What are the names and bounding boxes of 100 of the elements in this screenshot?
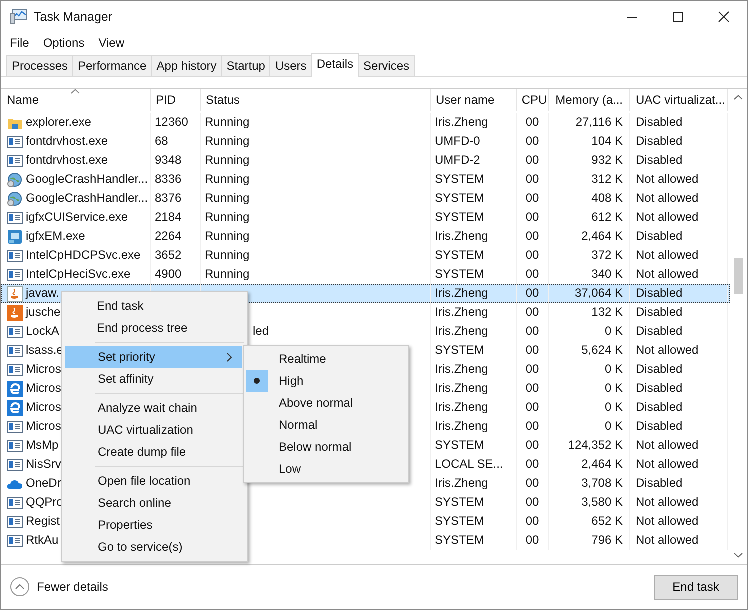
- table-cell: 00: [526, 229, 540, 243]
- sort-caret-icon: [71, 89, 80, 94]
- table-cell-text: jusche: [26, 304, 61, 321]
- tab[interactable]: Processes: [6, 55, 74, 76]
- window-icon: [7, 494, 23, 510]
- table-cell: Running: [205, 210, 250, 224]
- table-cell: Iris.Zheng: [435, 476, 488, 490]
- tab[interactable]: Services: [358, 55, 415, 76]
- context-menu-item[interactable]: Create dump file: [65, 441, 242, 463]
- context-menu-item[interactable]: Analyze wait chain: [65, 397, 242, 419]
- submenu-item[interactable]: Above normal: [244, 392, 408, 414]
- table-row[interactable]: GoogleCrashHandler... 8336 Running SYSTEM 00 312 K Not allowed: [1, 170, 730, 189]
- close-icon[interactable]: [718, 11, 730, 23]
- table-cell: 132 K: [592, 305, 623, 319]
- context-menu-item[interactable]: Search online: [65, 492, 242, 514]
- window-icon: [7, 532, 23, 548]
- menu-item[interactable]: View: [98, 36, 124, 50]
- window-icon: [7, 362, 23, 378]
- table-cell: 00: [526, 210, 540, 224]
- table-cell: 00: [526, 438, 540, 452]
- table-row[interactable]: IntelCpHDCPSvc.exe 3652 Running SYSTEM 00 372 K Not allowed: [1, 246, 730, 265]
- table-cell: Running: [205, 248, 250, 262]
- table-row[interactable]: fontdrvhost.exe 68 Running UMFD-0 00 104 K Disabled: [1, 132, 730, 151]
- monitor-chart-icon: [10, 9, 28, 25]
- table-cell: 00: [526, 172, 540, 186]
- submenu-item[interactable]: High: [244, 370, 408, 392]
- table-cell-text: LockA: [26, 323, 60, 340]
- table-cell: Disabled: [636, 324, 683, 338]
- table-cell: Iris.Zheng: [435, 362, 488, 376]
- window-icon: [7, 266, 23, 282]
- submenu-item[interactable]: Realtime: [244, 348, 408, 370]
- table-cell-text: GoogleCrashHandler...: [26, 190, 148, 207]
- table-cell-text: RtkAu: [26, 532, 59, 549]
- window-icon: [7, 248, 23, 264]
- table-cell: Not allowed: [636, 495, 699, 509]
- scrollbar-thumb[interactable]: [734, 258, 743, 294]
- table-row[interactable]: explorer.exe 12360 Running Iris.Zheng 00 27,116 K Disabled: [1, 113, 730, 132]
- column-header[interactable]: Status: [201, 89, 431, 111]
- table-cell-text: IntelCpHDCPSvc.exe: [26, 247, 141, 264]
- table-cell: Disabled: [636, 305, 683, 319]
- table-cell: 340 K: [592, 267, 623, 281]
- column-header[interactable]: PID: [151, 89, 201, 111]
- end-task-button[interactable]: End task: [654, 574, 738, 600]
- tab[interactable]: Performance: [72, 55, 152, 76]
- letter-e-icon: [7, 380, 23, 396]
- table-cell: 00: [526, 324, 540, 338]
- table-cell: 2184: [155, 210, 182, 224]
- menu-item[interactable]: File: [10, 36, 30, 50]
- table-cell: 68: [155, 134, 168, 148]
- table-cell: Disabled: [636, 400, 683, 414]
- table-row[interactable]: igfxEM.exe 2264 Running Iris.Zheng 00 2,464 K Disabled: [1, 227, 730, 246]
- window-icon: [7, 134, 23, 150]
- column-header[interactable]: Name: [1, 89, 151, 111]
- column-header[interactable]: CPU: [517, 89, 549, 111]
- table-cell: 00: [526, 286, 540, 300]
- table-cell-text: Regist: [26, 513, 60, 530]
- column-header[interactable]: UAC virtualizat...: [630, 89, 728, 111]
- table-cell: Not allowed: [636, 438, 699, 452]
- table-row[interactable]: igfxCUIService.exe 2184 Running SYSTEM 00 612 K Not allowed: [1, 208, 730, 227]
- context-menu-item[interactable]: UAC virtualization: [65, 419, 242, 441]
- tab[interactable]: App history: [150, 55, 222, 76]
- bullet-icon: [254, 378, 260, 384]
- submenu-item[interactable]: Normal: [244, 414, 408, 436]
- tab[interactable]: Details: [310, 53, 358, 77]
- scroll-up-icon[interactable]: [734, 95, 743, 100]
- table-cell: 00: [526, 533, 540, 547]
- tab[interactable]: Startup: [220, 55, 270, 76]
- table-cell: 652 K: [592, 514, 623, 528]
- table-cell: 00: [526, 267, 540, 281]
- scroll-down-icon[interactable]: [734, 553, 743, 558]
- table-cell: Iris.Zheng: [435, 286, 488, 300]
- table-cell: Iris.Zheng: [435, 419, 488, 433]
- table-cell: 3,708 K: [582, 476, 623, 490]
- table-cell: Disabled: [636, 286, 683, 300]
- monitor-icon: [7, 228, 23, 244]
- table-cell: Disabled: [636, 229, 683, 243]
- table-cell: SYSTEM: [435, 248, 484, 262]
- submenu-item[interactable]: Below normal: [244, 436, 408, 458]
- table-row[interactable]: GoogleCrashHandler... 8376 Running SYSTEM 00 408 K Not allowed: [1, 189, 730, 208]
- table-cell: SYSTEM: [435, 514, 484, 528]
- table-cell: 796 K: [592, 533, 623, 547]
- table-cell: Iris.Zheng: [435, 381, 488, 395]
- column-header[interactable]: Memory (a...: [549, 89, 630, 111]
- context-menu-item[interactable]: Set priority: [65, 346, 242, 368]
- coffee-cup-icon: [7, 304, 23, 320]
- table-cell: Running: [205, 115, 250, 129]
- tab[interactable]: Users: [269, 55, 312, 76]
- menu-item[interactable]: Options: [43, 36, 85, 50]
- table-cell-text: MsMp: [26, 437, 59, 454]
- context-menu-item[interactable]: Set affinity: [65, 368, 242, 390]
- window-icon: [7, 456, 23, 472]
- column-header[interactable]: User name: [431, 89, 517, 111]
- table-cell-text: explorer.exe: [26, 114, 92, 131]
- fewer-details-button[interactable]: Fewer details: [10, 577, 108, 597]
- table-cell: Iris.Zheng: [435, 229, 488, 243]
- maximize-icon[interactable]: [672, 11, 684, 23]
- table-cell: 0 K: [604, 419, 623, 433]
- table-row[interactable]: fontdrvhost.exe 9348 Running UMFD-2 00 932 K Disabled: [1, 151, 730, 170]
- table-cell-text: igfxCUIService.exe: [26, 209, 128, 226]
- letter-e-icon: [7, 400, 23, 416]
